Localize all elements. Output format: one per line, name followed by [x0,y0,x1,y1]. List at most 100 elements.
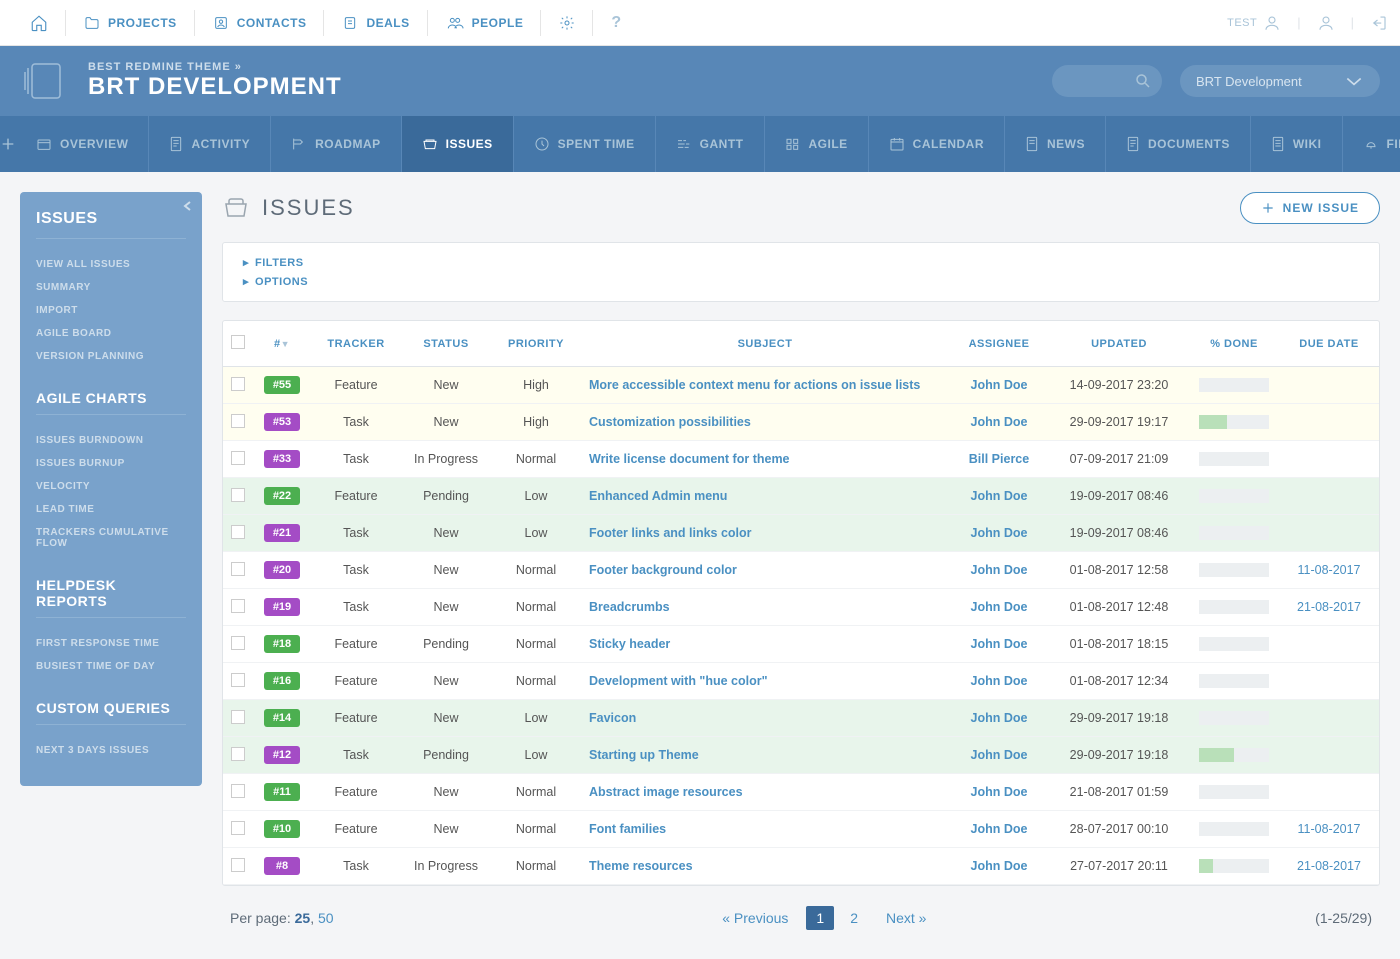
issue-id-pill[interactable]: #19 [264,598,300,616]
filters-toggle[interactable]: ▸ FILTERS [243,253,1359,272]
sidebar-custom-next-3-days-issues[interactable]: NEXT 3 DAYS ISSUES [36,739,186,762]
select-all-checkbox[interactable] [231,335,245,349]
nav-contacts[interactable]: CONTACTS [195,0,325,46]
per-page-option[interactable]: 50 [318,910,334,926]
table-row[interactable]: #21TaskNewLowFooter links and links colo… [223,515,1379,552]
assignee-link[interactable]: John Doe [971,415,1028,429]
options-toggle[interactable]: ▸ OPTIONS [243,272,1359,291]
issue-subject-link[interactable]: Sticky header [589,637,670,651]
issue-id-pill[interactable]: #20 [264,561,300,579]
issue-subject-link[interactable]: More accessible context menu for actions… [589,378,920,392]
sidebar-help-busiest-time-of-day[interactable]: BUSIEST TIME OF DAY [36,655,186,678]
row-checkbox[interactable] [231,858,245,872]
sidebar-link-summary[interactable]: SUMMARY [36,276,186,299]
sidebar-agile-issues-burndown[interactable]: ISSUES BURNDOWN [36,429,186,452]
issue-id-pill[interactable]: #22 [264,487,300,505]
col-status[interactable]: STATUS [401,321,491,367]
sidebar-link-import[interactable]: IMPORT [36,299,186,322]
col-updated[interactable]: UPDATED [1049,321,1189,367]
table-row[interactable]: #14FeatureNewLowFaviconJohn Doe29-09-201… [223,700,1379,737]
table-row[interactable]: #12TaskPendingLowStarting up ThemeJohn D… [223,737,1379,774]
table-row[interactable]: #19TaskNewNormalBreadcrumbsJohn Doe01-08… [223,589,1379,626]
table-row[interactable]: #55FeatureNewHighMore accessible context… [223,367,1379,404]
breadcrumb[interactable]: BEST REDMINE THEME » [88,61,1034,73]
col-id[interactable]: #▼ [253,321,311,367]
tab-issues[interactable]: ISSUES [402,116,514,172]
row-checkbox[interactable] [231,414,245,428]
assignee-link[interactable]: John Doe [971,711,1028,725]
sidebar-help-first-response-time[interactable]: FIRST RESPONSE TIME [36,632,186,655]
pager-prev[interactable]: « Previous [722,910,788,926]
row-checkbox[interactable] [231,710,245,724]
sidebar-link-version-planning[interactable]: VERSION PLANNING [36,345,186,368]
account-icon[interactable] [1317,14,1335,32]
row-checkbox[interactable] [231,562,245,576]
issue-subject-link[interactable]: Development with "hue color" [589,674,768,688]
nav-deals[interactable]: DEALS [324,0,427,46]
user-menu[interactable]: TEST [1227,14,1281,32]
issue-subject-link[interactable]: Enhanced Admin menu [589,489,727,503]
issue-id-pill[interactable]: #14 [264,709,300,727]
assignee-link[interactable]: John Doe [971,378,1028,392]
row-checkbox[interactable] [231,599,245,613]
table-row[interactable]: #33TaskIn ProgressNormalWrite license do… [223,441,1379,478]
col-done[interactable]: % DONE [1189,321,1279,367]
table-row[interactable]: #22FeaturePendingLowEnhanced Admin menuJ… [223,478,1379,515]
assignee-link[interactable]: John Doe [971,526,1028,540]
nav-people[interactable]: PEOPLE [428,0,542,46]
col-subject[interactable]: SUBJECT [581,321,949,367]
assignee-link[interactable]: John Doe [971,822,1028,836]
issue-id-pill[interactable]: #16 [264,672,300,690]
tab-calendar[interactable]: CALENDAR [869,116,1005,172]
assignee-link[interactable]: John Doe [971,674,1028,688]
issue-subject-link[interactable]: Font families [589,822,666,836]
table-row[interactable]: #10FeatureNewNormalFont familiesJohn Doe… [223,811,1379,848]
logout-icon[interactable] [1370,14,1388,32]
tab-files[interactable]: FILES [1343,116,1400,172]
issue-id-pill[interactable]: #33 [264,450,300,468]
row-checkbox[interactable] [231,451,245,465]
issue-subject-link[interactable]: Abstract image resources [589,785,743,799]
assignee-link[interactable]: John Doe [971,859,1028,873]
row-checkbox[interactable] [231,673,245,687]
issue-id-pill[interactable]: #53 [264,413,300,431]
issue-subject-link[interactable]: Starting up Theme [589,748,699,762]
issue-id-pill[interactable]: #21 [264,524,300,542]
issue-id-pill[interactable]: #11 [264,783,300,801]
tab-overview[interactable]: OVERVIEW [16,116,149,172]
table-row[interactable]: #16FeatureNewNormalDevelopment with "hue… [223,663,1379,700]
sidebar-agile-velocity[interactable]: VELOCITY [36,475,186,498]
col-tracker[interactable]: TRACKER [311,321,401,367]
assignee-link[interactable]: John Doe [971,748,1028,762]
assignee-link[interactable]: John Doe [971,489,1028,503]
col-assignee[interactable]: ASSIGNEE [949,321,1049,367]
tab-activity[interactable]: ACTIVITY [149,116,271,172]
table-row[interactable]: #11FeatureNewNormalAbstract image resour… [223,774,1379,811]
row-checkbox[interactable] [231,377,245,391]
row-checkbox[interactable] [231,488,245,502]
tab-documents[interactable]: DOCUMENTS [1106,116,1251,172]
issue-id-pill[interactable]: #55 [264,376,300,394]
issue-subject-link[interactable]: Footer links and links color [589,526,752,540]
row-checkbox[interactable] [231,636,245,650]
tab-add[interactable] [0,116,16,172]
issue-id-pill[interactable]: #8 [264,857,300,875]
sidebar-agile-issues-burnup[interactable]: ISSUES BURNUP [36,452,186,475]
issue-subject-link[interactable]: Footer background color [589,563,737,577]
pager-next[interactable]: Next » [886,910,926,926]
issue-id-pill[interactable]: #12 [264,746,300,764]
sidebar-link-agile-board[interactable]: AGILE BOARD [36,322,186,345]
row-checkbox[interactable] [231,525,245,539]
issue-subject-link[interactable]: Theme resources [589,859,693,873]
nav-projects[interactable]: PROJECTS [66,0,195,46]
issue-subject-link[interactable]: Favicon [589,711,636,725]
col-priority[interactable]: PRIORITY [491,321,581,367]
tab-spent-time[interactable]: SPENT TIME [514,116,656,172]
col-due[interactable]: DUE DATE [1279,321,1379,367]
tab-gantt[interactable]: GANTT [656,116,765,172]
row-checkbox[interactable] [231,747,245,761]
new-issue-button[interactable]: NEW ISSUE [1240,192,1380,224]
assignee-link[interactable]: John Doe [971,600,1028,614]
row-checkbox[interactable] [231,784,245,798]
sidebar-agile-trackers-cumulative-flow[interactable]: TRACKERS CUMULATIVE FLOW [36,521,186,555]
